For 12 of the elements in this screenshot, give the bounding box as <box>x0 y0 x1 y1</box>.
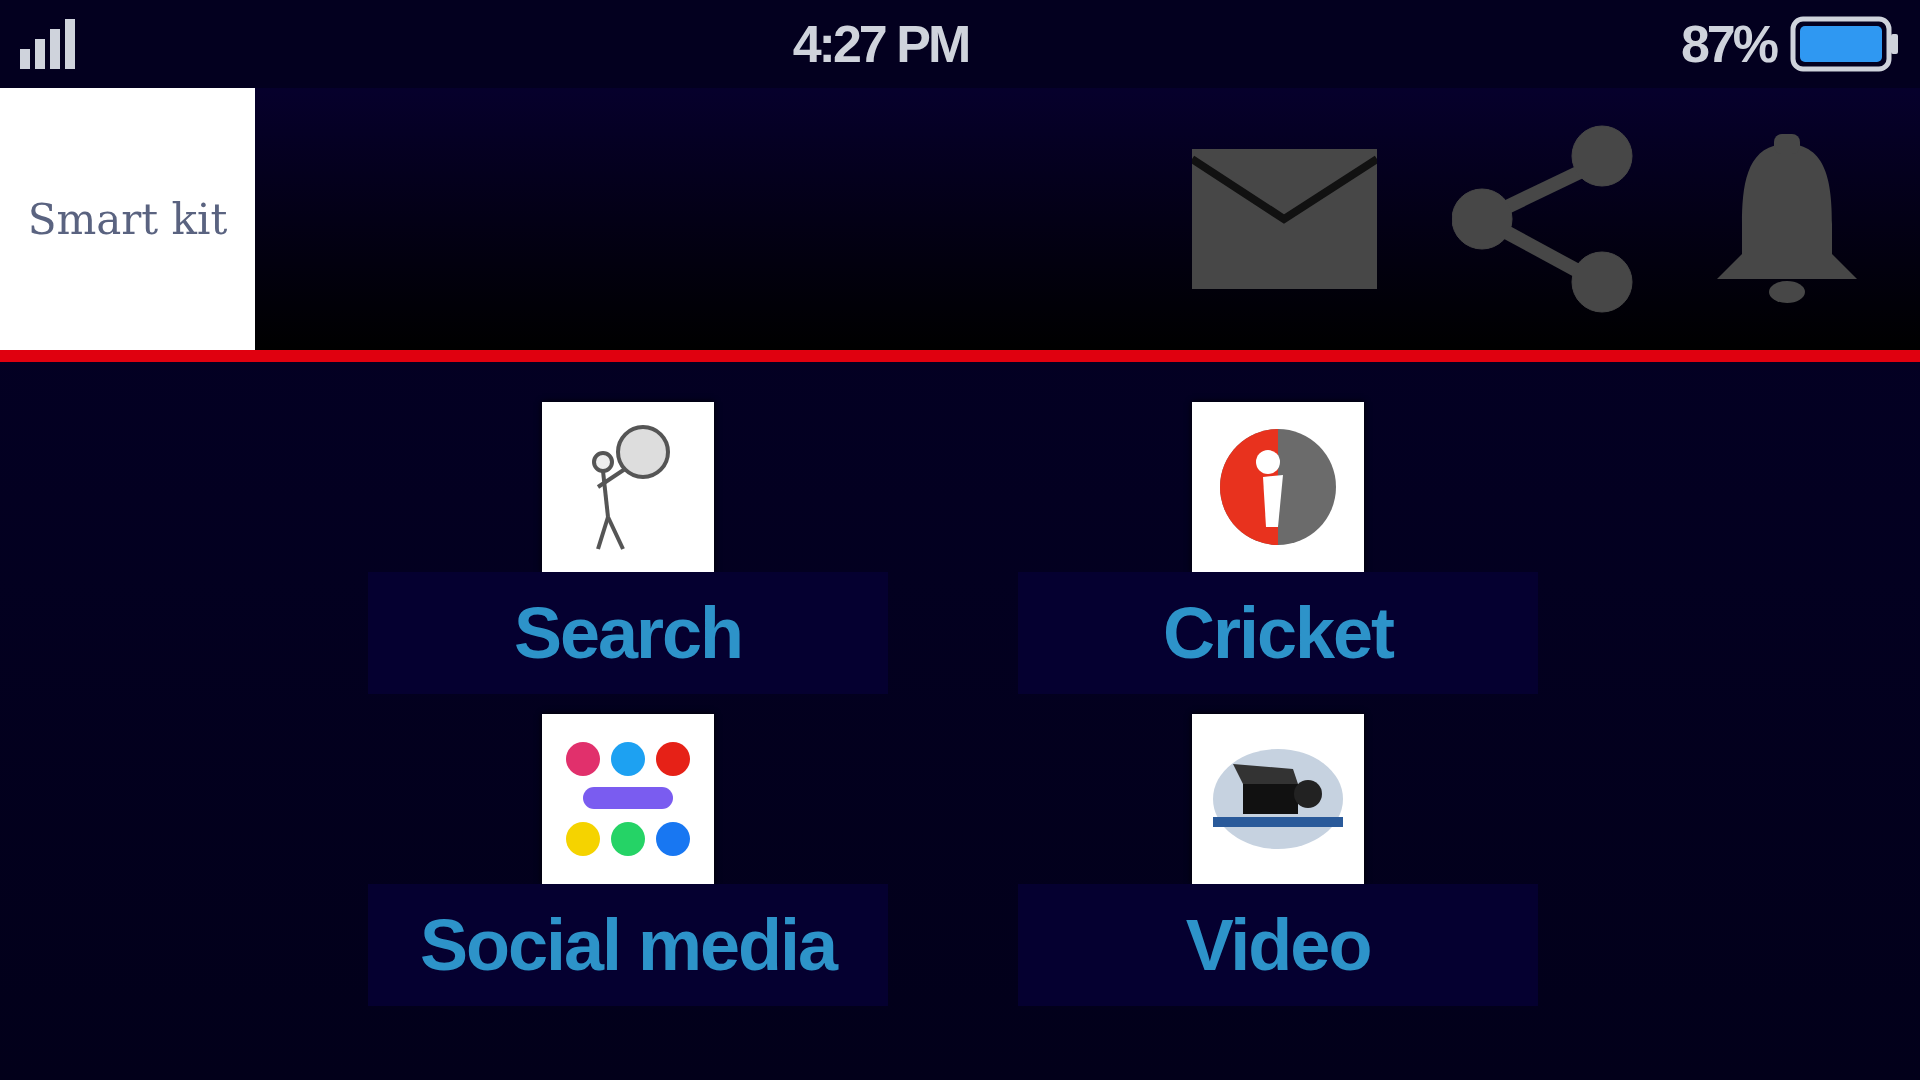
clock-time: 4:27 PM <box>792 14 969 74</box>
thumbnail-card[interactable] <box>542 402 714 572</box>
thumbnail-card[interactable] <box>1192 402 1364 572</box>
thumbnail-card[interactable] <box>542 714 714 884</box>
logo-text: Smart kit <box>27 194 228 244</box>
battery-percentage: 87% <box>1680 14 1776 74</box>
tile-button[interactable]: Cricket <box>1018 572 1538 694</box>
thumbnail-card[interactable] <box>1192 714 1364 884</box>
tile-button[interactable]: Social media <box>368 884 888 1006</box>
tile-button[interactable]: Search <box>368 572 888 694</box>
battery-icon <box>1790 16 1900 72</box>
tile-button[interactable]: Video <box>1018 884 1538 1006</box>
